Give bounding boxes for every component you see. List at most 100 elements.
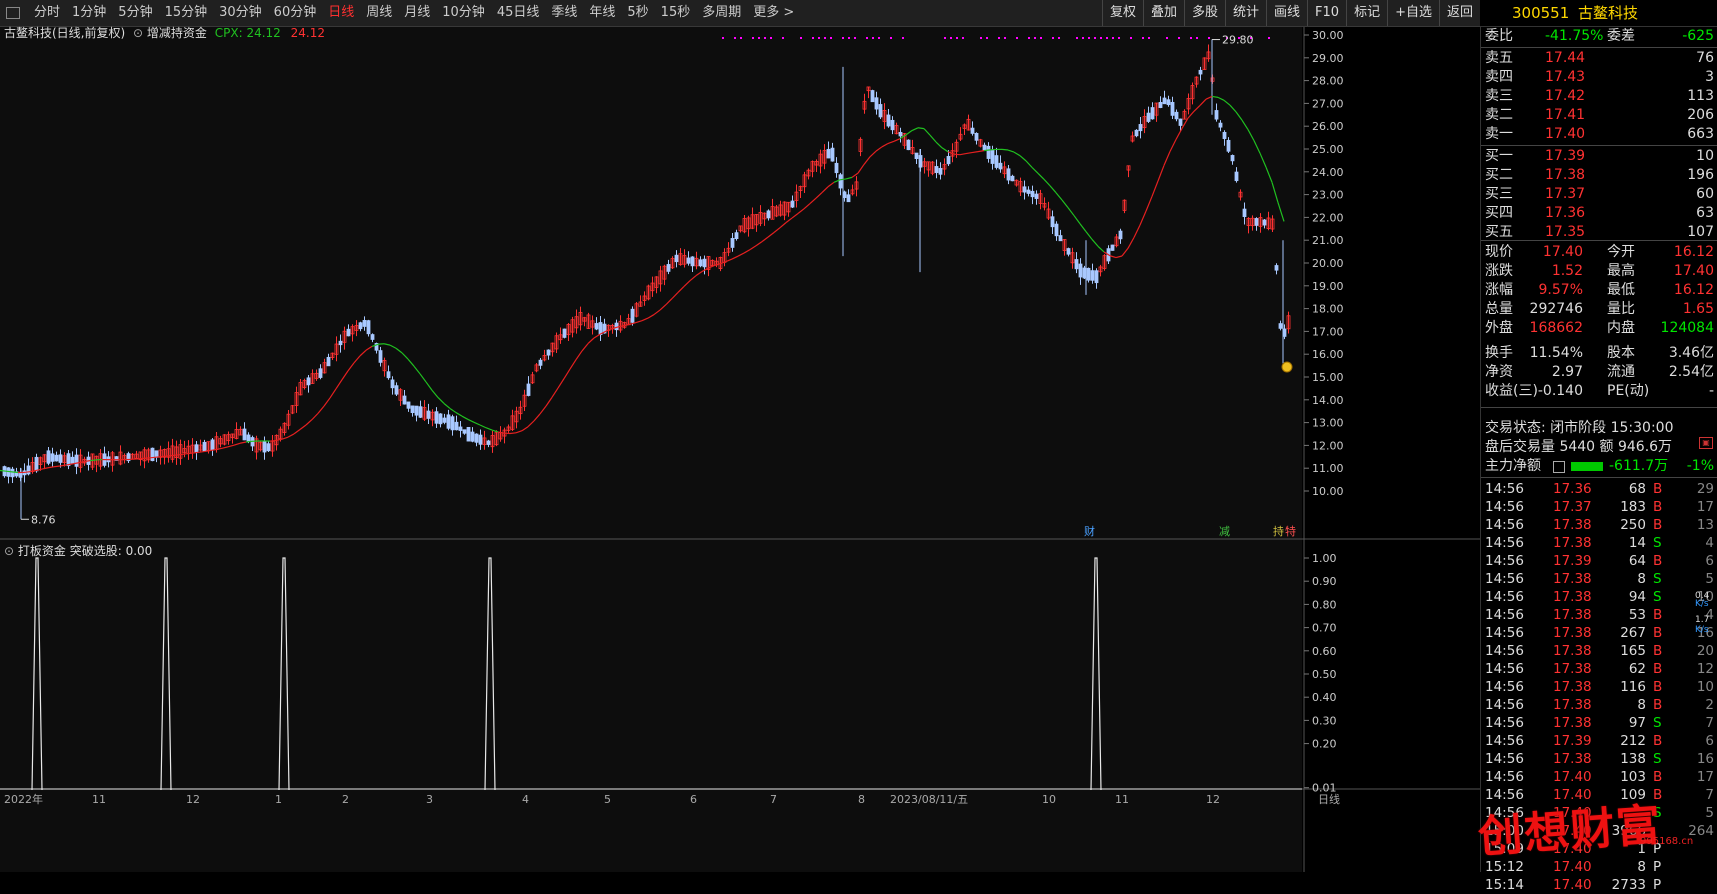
stat-value: 2.97 xyxy=(1552,363,1583,382)
bid-label: 买四 xyxy=(1485,204,1513,223)
tool-button[interactable]: 返回 xyxy=(1439,0,1480,26)
stat-label: 量比 xyxy=(1607,300,1635,319)
trade-count: 7 xyxy=(1705,714,1714,732)
period-tab[interactable]: 月线 xyxy=(398,0,436,26)
tool-button[interactable]: 标记 xyxy=(1346,0,1387,26)
y-tick-label: 26.00 xyxy=(1312,120,1344,133)
money-bag-icon[interactable] xyxy=(1282,362,1292,372)
period-tab[interactable]: 15分钟 xyxy=(159,0,214,26)
event-tag[interactable]: 减 xyxy=(1219,525,1230,538)
tool-button[interactable]: +自选 xyxy=(1387,0,1439,26)
trade-price: 17.38 xyxy=(1553,570,1592,588)
stat-label: 涨幅 xyxy=(1485,281,1513,300)
period-tab[interactable]: 分时 xyxy=(28,0,66,26)
ask-row[interactable]: 卖五17.4476 xyxy=(1481,49,1717,68)
event-tag[interactable]: 特 xyxy=(1285,524,1296,538)
after-hours-row: 盘后交易量 5440 额 946.6万 ▣ xyxy=(1481,438,1717,457)
x-axis-label: 12 xyxy=(1206,793,1220,806)
indicator-toggle-icon[interactable]: ⊙ xyxy=(133,26,143,40)
ask-row[interactable]: 卖一17.40663 xyxy=(1481,125,1717,144)
moving-average-segment xyxy=(156,457,162,458)
signal-dot xyxy=(1058,37,1060,39)
trade-price: 17.40 xyxy=(1553,876,1592,894)
period-tab[interactable]: 1分钟 xyxy=(66,0,112,26)
trade-direction: P xyxy=(1653,876,1661,894)
tool-button[interactable]: 多股 xyxy=(1184,0,1225,26)
trade-time: 14:56 xyxy=(1485,534,1524,552)
sub-pane-title[interactable]: 打板资金 突破选股: 0.00 xyxy=(18,544,152,558)
period-tab[interactable]: 5分钟 xyxy=(112,0,158,26)
moving-average-segment xyxy=(54,466,60,467)
period-tab[interactable]: 30分钟 xyxy=(213,0,268,26)
period-tab[interactable]: 季线 xyxy=(545,0,583,26)
period-tab[interactable]: 日线 xyxy=(322,0,360,26)
trade-row: 14:5617.39212B6 xyxy=(1481,732,1717,750)
period-tab[interactable]: 更多 > xyxy=(747,0,800,26)
trade-volume: 8 xyxy=(1637,696,1646,714)
trade-row: 14:5617.3897S7 xyxy=(1481,714,1717,732)
event-tag[interactable]: 财 xyxy=(1084,524,1095,538)
trade-price: 17.38 xyxy=(1553,516,1592,534)
signal-dot xyxy=(1082,37,1084,39)
x-axis-label: 日线 xyxy=(1318,792,1340,806)
period-tab[interactable]: 60分钟 xyxy=(268,0,323,26)
bid-volume: 196 xyxy=(1687,166,1714,185)
trade-count: 20 xyxy=(1697,642,1714,660)
tool-button[interactable]: 复权 xyxy=(1102,0,1143,26)
period-tab[interactable]: 周线 xyxy=(360,0,398,26)
main-net-toggle-icon[interactable] xyxy=(1553,461,1565,473)
x-axis-label: 4 xyxy=(522,793,529,806)
event-tag[interactable]: 持 xyxy=(1273,524,1284,538)
moving-average-segment xyxy=(24,472,30,473)
indicator-name[interactable]: 增减持资金 xyxy=(147,26,207,40)
kline-chart-area[interactable]: 30.0029.0028.0027.0026.0025.0024.0023.00… xyxy=(0,27,1480,872)
signal-dot xyxy=(752,37,754,39)
x-axis-label: 2022年 xyxy=(4,792,43,806)
ask-label: 卖一 xyxy=(1485,125,1513,144)
signal-dot xyxy=(764,37,766,39)
tool-button[interactable]: 叠加 xyxy=(1143,0,1184,26)
trade-direction: B xyxy=(1653,660,1662,678)
bid-row[interactable]: 买二17.38196 xyxy=(1481,166,1717,185)
ask-row[interactable]: 卖二17.41206 xyxy=(1481,106,1717,125)
chart-mini-icon[interactable]: ▣ xyxy=(1699,437,1713,449)
bid-row[interactable]: 买一17.3910 xyxy=(1481,147,1717,166)
stat-value: 16.12 xyxy=(1674,243,1714,262)
y-tick-label: 14.00 xyxy=(1312,394,1344,407)
ask-row[interactable]: 卖四17.433 xyxy=(1481,68,1717,87)
period-tab[interactable]: 年线 xyxy=(583,0,621,26)
stat-row: 涨跌1.52最高17.40 xyxy=(1481,262,1717,281)
period-tab[interactable]: 10分钟 xyxy=(436,0,491,26)
trade-count: 17 xyxy=(1697,498,1714,516)
signal-dot xyxy=(1148,37,1150,39)
period-tab[interactable]: 15秒 xyxy=(655,0,697,26)
sub-indicator-toggle-icon[interactable]: ⊙ xyxy=(4,544,14,558)
signal-dot xyxy=(950,37,952,39)
ask-volume: 113 xyxy=(1687,87,1714,106)
period-tab[interactable]: 45日线 xyxy=(491,0,546,26)
period-tab[interactable]: 5秒 xyxy=(621,0,654,26)
moving-average-segment xyxy=(150,457,156,458)
signal-dot xyxy=(1196,37,1198,39)
tool-button[interactable]: F10 xyxy=(1307,0,1346,26)
period-tab[interactable]: 多周期 xyxy=(696,0,747,26)
trade-direction: S xyxy=(1653,570,1662,588)
bid-row[interactable]: 买三17.3760 xyxy=(1481,185,1717,204)
bid-row[interactable]: 买四17.3663 xyxy=(1481,204,1717,223)
trade-row: 14:5617.38267B16 xyxy=(1481,624,1717,642)
tool-button[interactable]: 画线 xyxy=(1266,0,1307,26)
ask-label: 卖二 xyxy=(1485,106,1513,125)
signal-dot xyxy=(1100,37,1102,39)
x-axis-label: 11 xyxy=(92,793,106,806)
signal-dot xyxy=(740,37,742,39)
y-tick-label: 11.00 xyxy=(1312,462,1344,475)
trade-volume: 68 xyxy=(1629,480,1646,498)
panel-toggle-icon[interactable] xyxy=(6,7,20,19)
stat-row: 总量292746量比1.65 xyxy=(1481,300,1717,319)
trade-time: 14:56 xyxy=(1485,768,1524,786)
y-tick-label: 13.00 xyxy=(1312,417,1344,430)
ask-row[interactable]: 卖三17.42113 xyxy=(1481,87,1717,106)
tool-button[interactable]: 统计 xyxy=(1225,0,1266,26)
trade-count: 6 xyxy=(1705,732,1714,750)
trade-direction: B xyxy=(1653,606,1662,624)
